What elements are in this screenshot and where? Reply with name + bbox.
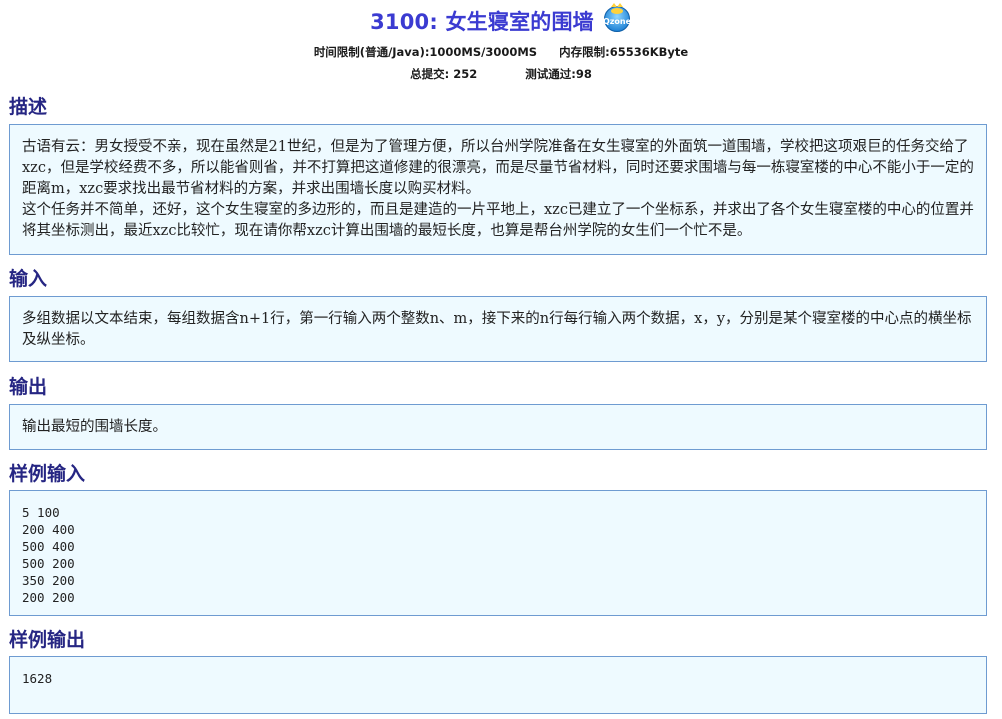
stats-row: 总提交: 252 测试通过:98 (0, 66, 1002, 82)
sample-input-text: 5 100 200 400 500 400 500 200 350 200 20… (22, 505, 75, 605)
output-box: 输出最短的围墙长度。 (9, 404, 987, 450)
limits-row: 时间限制(普通/Java):1000MS/3000MS 内存限制:65536KB… (0, 44, 1002, 60)
memory-limit: 内存限制:65536KByte (559, 45, 689, 59)
sample-output-box: 1628 (9, 656, 987, 714)
time-limit: 时间限制(普通/Java):1000MS/3000MS (313, 45, 538, 59)
description-box: 古语有云：男女授受不亲，现在虽然是21世纪，但是为了管理方便，所以台州学院准备在… (9, 124, 987, 255)
sample-output-heading: 样例输出 (9, 629, 86, 651)
problem-title: 3100: 女生寝室的围墙 (370, 10, 594, 34)
description-text: 古语有云：男女授受不亲，现在虽然是21世纪，但是为了管理方便，所以台州学院准备在… (22, 139, 974, 239)
total-submit: 总提交: 252 (410, 67, 478, 81)
output-text: 输出最短的围墙长度。 (22, 419, 167, 435)
sample-output-text: 1628 (22, 671, 53, 686)
qzone-label: Qzone (603, 17, 632, 26)
title-row: 3100: 女生寝室的围墙 Qzone (0, 3, 1002, 36)
input-heading: 输入 (9, 268, 48, 290)
sample-input-box: 5 100 200 400 500 400 500 200 350 200 20… (9, 490, 987, 616)
output-heading: 输出 (9, 376, 48, 398)
input-text: 多组数据以文本结束，每组数据含n+1行，第一行输入两个整数n、m，接下来的n行每… (22, 311, 972, 348)
sample-input-heading: 样例输入 (9, 463, 86, 485)
description-heading: 描述 (9, 96, 48, 118)
accepted-count: 测试通过:98 (525, 67, 592, 81)
qzone-share-icon[interactable]: Qzone (602, 3, 632, 33)
input-box: 多组数据以文本结束，每组数据含n+1行，第一行输入两个整数n、m，接下来的n行每… (9, 296, 987, 362)
